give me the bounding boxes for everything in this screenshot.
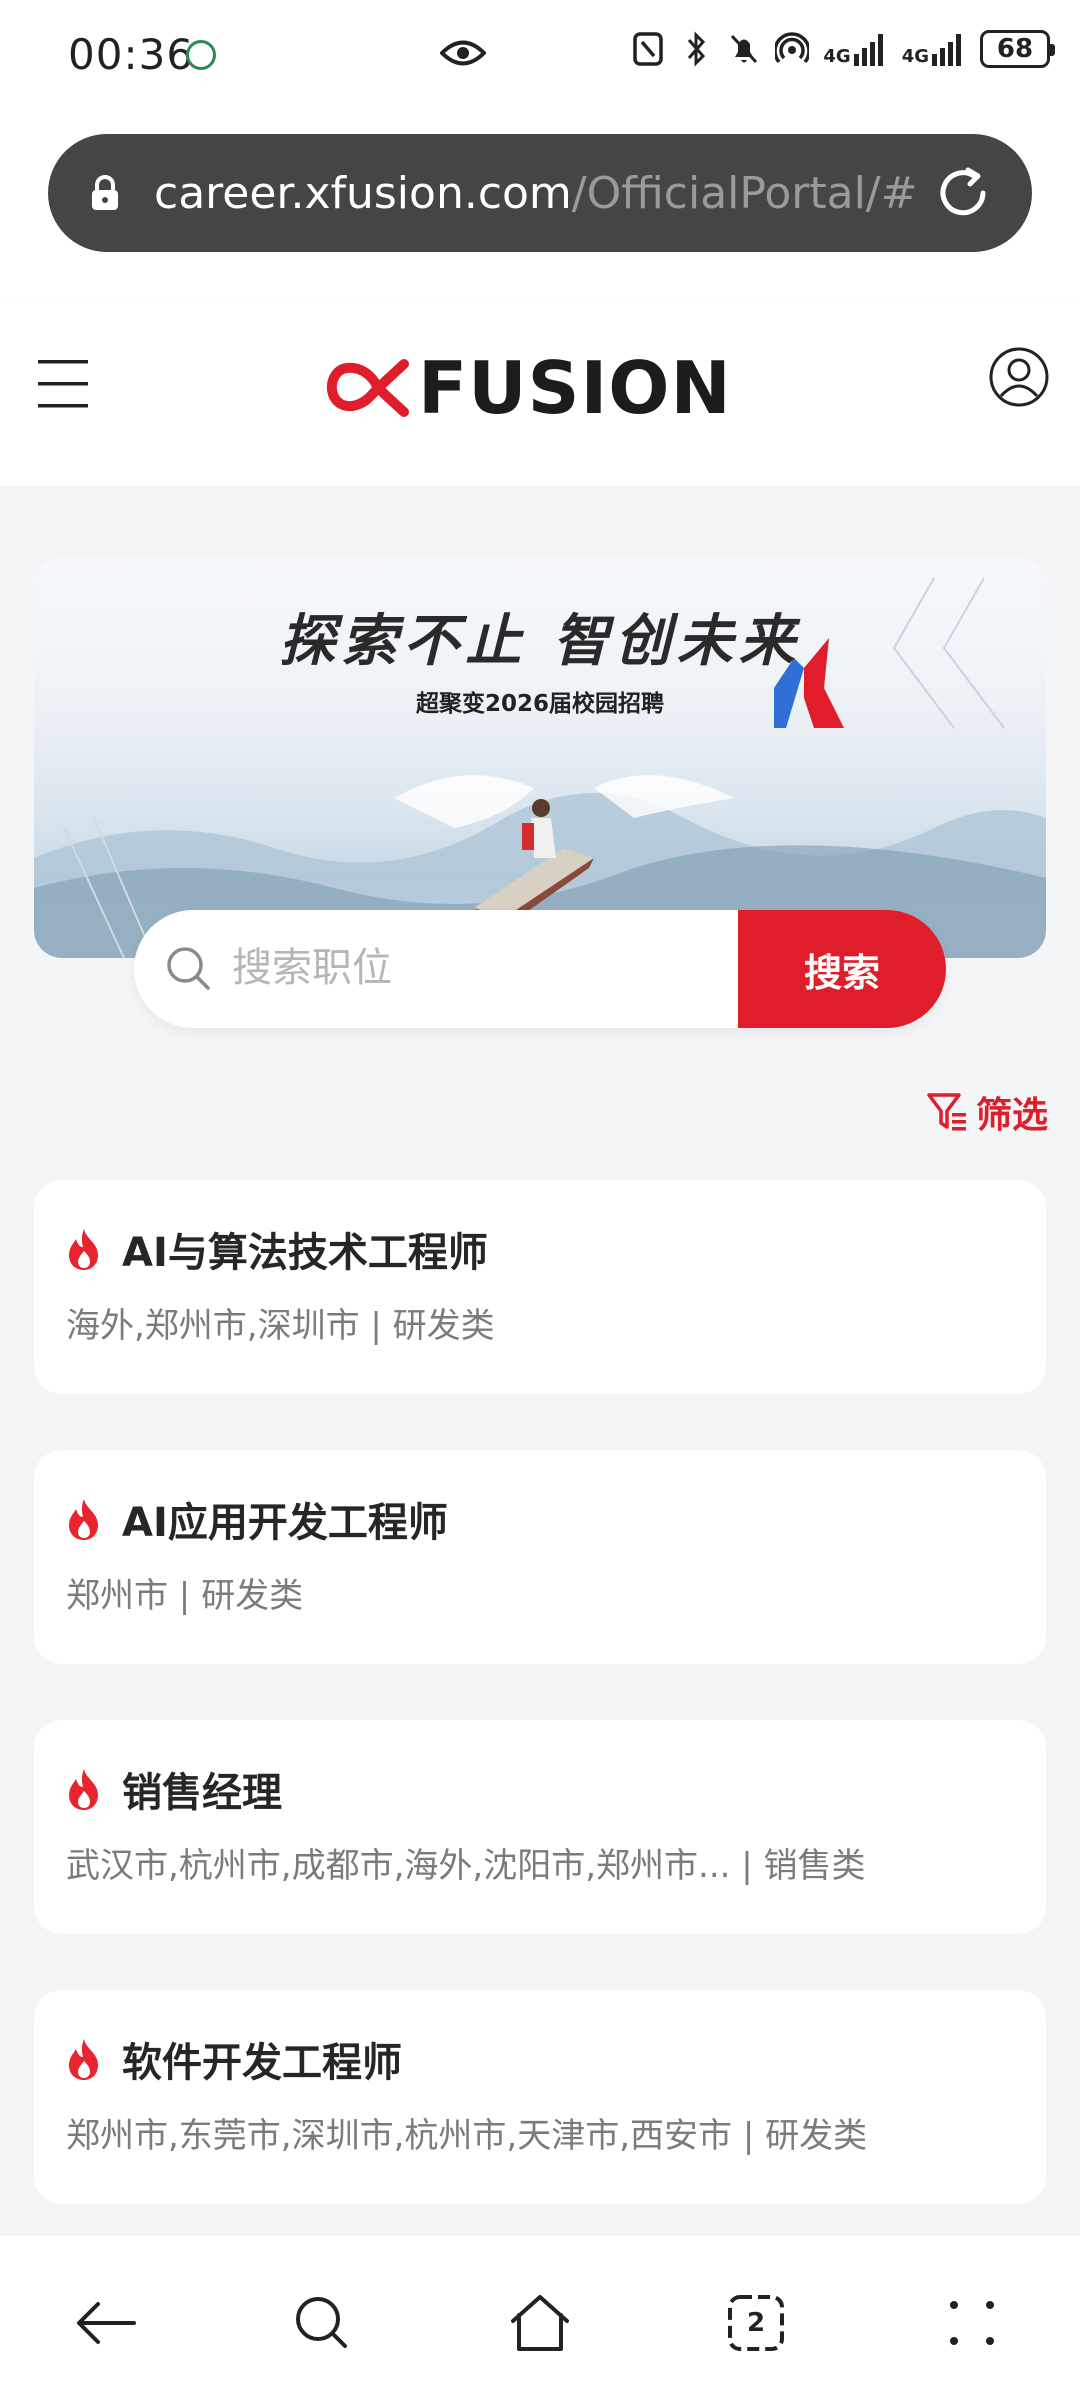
job-title: 软件开发工程师 — [122, 2040, 402, 2086]
more-icon[interactable] — [932, 2283, 1012, 2363]
job-meta: 海外,郑州市,深圳市 | 研发类 — [66, 1306, 495, 1346]
filter-icon — [927, 1093, 966, 1131]
job-title-row: 软件开发工程师 — [64, 2030, 402, 2088]
banner-subtitle: 超聚变2026届校园招聘 — [415, 691, 664, 717]
url-text[interactable]: career.xfusion.com/OfficialPortal/# — [154, 168, 934, 219]
reload-icon[interactable] — [934, 164, 992, 226]
app-notification-icon — [186, 40, 216, 70]
signal-bars-icon — [932, 34, 961, 66]
job-search-box: 搜索 — [134, 910, 946, 1028]
job-card[interactable]: AI与算法技术工程师 海外,郑州市,深圳市 | 研发类 — [34, 1180, 1046, 1394]
filter-label: 筛选 — [975, 1095, 1048, 1136]
url-path: /OfficialPortal/# — [571, 168, 918, 219]
job-search-input[interactable] — [232, 938, 732, 998]
hot-flame-icon — [69, 2039, 98, 2080]
job-meta: 郑州市 | 研发类 — [66, 1576, 304, 1616]
home-icon[interactable] — [500, 2283, 580, 2363]
lock-icon — [90, 174, 120, 216]
search-icon — [164, 944, 212, 996]
back-icon[interactable] — [66, 2283, 146, 2363]
eye-comfort-icon — [439, 38, 487, 72]
signal-1: 4G — [823, 32, 887, 66]
banner-title: 探索不止 智创未来 — [279, 609, 801, 674]
job-card[interactable]: 软件开发工程师 郑州市,东莞市,深圳市,杭州市,天津市,西安市 | 研发类 — [34, 1990, 1046, 2204]
bluetooth-icon — [688, 31, 706, 67]
signal-2: 4G — [902, 32, 966, 66]
tab-count: 2 — [746, 2308, 766, 2338]
filter-button[interactable]: 筛选 — [926, 1086, 1048, 1138]
status-time: 00:36 — [68, 30, 195, 79]
job-title-row: AI与算法技术工程师 — [64, 1220, 488, 1278]
search-icon[interactable] — [282, 2283, 362, 2363]
status-icons: 4G 4G 68 — [631, 30, 1055, 68]
hot-flame-icon — [69, 1499, 98, 1540]
menu-icon[interactable] — [36, 356, 90, 416]
address-bar[interactable]: career.xfusion.com/OfficialPortal/# — [48, 134, 1032, 252]
main-content: 探索不止 智创未来 超聚变2026届校园招聘 搜索 筛选 AI与算法技术工程师 … — [0, 486, 1080, 2234]
xfusion-logo[interactable]: FUSION — [316, 346, 732, 430]
job-title-row: 销售经理 — [64, 1760, 282, 1818]
job-meta: 武汉市,杭州市,成都市,海外,沈阳市,郑州市... | 销售类 — [66, 1846, 866, 1886]
job-card[interactable]: 销售经理 武汉市,杭州市,成都市,海外,沈阳市,郑州市... | 销售类 — [34, 1720, 1046, 1934]
status-bar: 00:36 4G 4G 68 — [0, 0, 1080, 110]
job-title-row: AI应用开发工程师 — [64, 1490, 448, 1548]
job-title: AI应用开发工程师 — [122, 1500, 448, 1546]
site-header: FUSION — [0, 300, 1080, 486]
battery-level: 68 — [996, 34, 1034, 64]
job-title: 销售经理 — [122, 1770, 282, 1816]
battery-indicator: 68 — [980, 30, 1055, 68]
hotspot-icon — [775, 32, 810, 64]
url-host: career.xfusion.com — [154, 168, 572, 219]
hot-flame-icon — [69, 1769, 98, 1810]
network-type-2: 4G — [901, 46, 929, 67]
job-title: AI与算法技术工程师 — [122, 1230, 488, 1276]
hot-flame-icon — [69, 1229, 98, 1270]
nfc-icon — [633, 32, 664, 66]
mute-bell-icon — [731, 34, 758, 64]
job-card[interactable]: AI应用开发工程师 郑州市 | 研发类 — [34, 1450, 1046, 1664]
logo-mark-icon — [326, 359, 409, 417]
signal-bars-icon — [853, 34, 883, 66]
logo-text: FUSION — [418, 346, 732, 430]
campus-recruitment-banner[interactable]: 探索不止 智创未来 超聚变2026届校园招聘 — [34, 558, 1046, 958]
network-type-1: 4G — [823, 46, 851, 67]
search-button[interactable]: 搜索 — [738, 910, 946, 1028]
browser-bottom-nav: 2 — [0, 2234, 1080, 2403]
job-meta: 郑州市,东莞市,深圳市,杭州市,天津市,西安市 | 研发类 — [66, 2116, 868, 2156]
user-account-icon[interactable] — [988, 346, 1050, 412]
tabs-icon[interactable]: 2 — [716, 2283, 796, 2363]
